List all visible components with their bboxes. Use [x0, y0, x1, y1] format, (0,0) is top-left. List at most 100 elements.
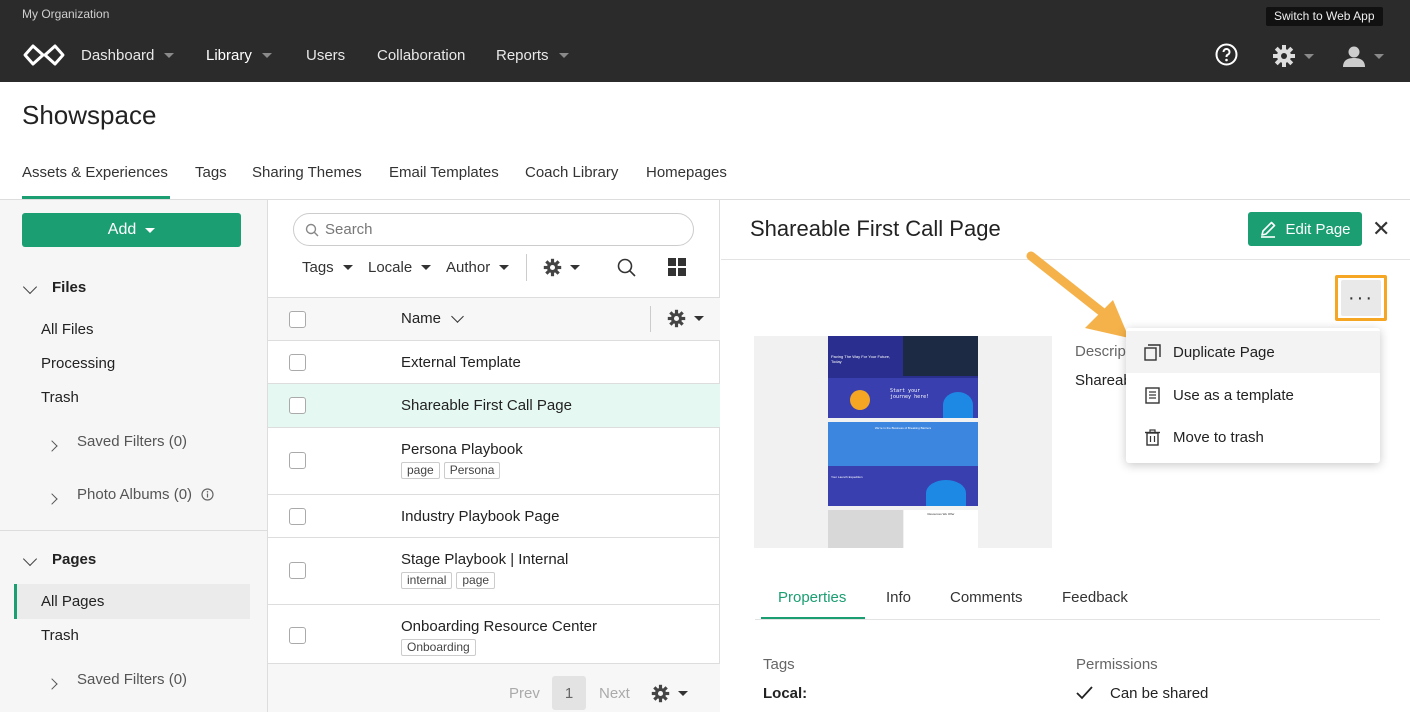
chevron-right-icon[interactable]	[46, 437, 58, 454]
row-tags: page Persona	[401, 461, 504, 479]
search-input[interactable]: Search	[293, 213, 694, 246]
tab-info[interactable]: Info	[886, 589, 911, 606]
column-settings-menu[interactable]	[667, 309, 704, 328]
divider	[650, 306, 651, 332]
sidebar-item-pages-trash[interactable]: Trash	[41, 627, 79, 644]
edit-page-label: Edit Page	[1285, 220, 1351, 238]
menu-item-move-to-trash[interactable]: Move to trash	[1126, 416, 1380, 458]
menu-item-label: Duplicate Page	[1173, 343, 1275, 361]
row-name[interactable]: Onboarding Resource Center	[401, 618, 597, 635]
tab-coach-library[interactable]: Coach Library	[525, 164, 618, 181]
chevron-right-icon[interactable]	[46, 675, 58, 692]
nav-users-label: Users	[306, 47, 346, 64]
sidebar-item-files-trash[interactable]: Trash	[41, 389, 79, 406]
chevron-down-icon	[22, 279, 38, 295]
photo-albums[interactable]: Photo Albums (0)	[77, 486, 192, 503]
search-icon[interactable]	[617, 258, 636, 281]
description-label: Descrip	[1075, 343, 1126, 360]
files-collapse-toggle[interactable]	[22, 279, 38, 296]
close-icon[interactable]: ✕	[1372, 218, 1390, 240]
preview-cta-section: Start your journey here!	[828, 378, 978, 418]
info-icon[interactable]	[201, 488, 214, 505]
sidebar-item-all-pages[interactable]: All Pages	[41, 593, 104, 610]
permissions-label: Permissions	[1076, 656, 1158, 673]
preview-section-2-title: We're in the Business of Breaking Barrie…	[874, 426, 932, 430]
row-checkbox[interactable]	[289, 627, 306, 644]
tab-comments[interactable]: Comments	[950, 589, 1023, 606]
sidebar-item-all-files[interactable]: All Files	[41, 321, 94, 338]
tab-sharing-themes[interactable]: Sharing Themes	[252, 164, 362, 181]
gear-icon	[667, 309, 686, 328]
chevron-down-icon	[164, 53, 175, 58]
page-preview-thumbnail[interactable]: Paving The Way For Your Future, Today St…	[754, 336, 1052, 548]
preview-shape	[943, 392, 973, 418]
more-options-button[interactable]: ···	[1341, 280, 1381, 316]
row-name[interactable]: Stage Playbook | Internal	[401, 551, 568, 568]
nav-users[interactable]: Users	[306, 47, 345, 64]
chevron-down-icon	[342, 265, 353, 270]
tab-homepages[interactable]: Homepages	[646, 164, 727, 181]
row-checkbox[interactable]	[289, 508, 306, 525]
edit-page-button[interactable]: Edit Page	[1248, 212, 1362, 246]
tab-assets-experiences[interactable]: Assets & Experiences	[22, 164, 168, 181]
nav-reports[interactable]: Reports	[496, 47, 569, 64]
table-header-row	[268, 297, 720, 341]
row-name[interactable]: Shareable First Call Page	[401, 397, 572, 414]
tag-badge[interactable]: page	[401, 462, 440, 479]
row-checkbox[interactable]	[289, 562, 306, 579]
tag-badge[interactable]: Onboarding	[401, 639, 476, 656]
tag-badge[interactable]: page	[456, 572, 496, 589]
divider	[0, 530, 267, 531]
grid-view-icon[interactable]	[668, 258, 686, 280]
filter-tags[interactable]: Tags	[302, 259, 353, 276]
nav-collaboration[interactable]: Collaboration	[377, 47, 465, 64]
chevron-down-icon	[558, 53, 569, 58]
next-page-button[interactable]: Next	[599, 685, 630, 702]
nav-library[interactable]: Library	[206, 47, 272, 64]
row-checkbox[interactable]	[289, 354, 306, 371]
filter-author[interactable]: Author	[446, 259, 510, 276]
tab-feedback[interactable]: Feedback	[1062, 589, 1128, 606]
row-checkbox[interactable]	[289, 452, 306, 469]
preview-headline: Paving The Way For Your Future, Today	[831, 354, 891, 364]
top-navigation-bar	[0, 0, 1410, 82]
pages-collapse-toggle[interactable]	[22, 551, 38, 568]
tab-properties[interactable]: Properties	[778, 589, 846, 606]
menu-item-use-as-template[interactable]: Use as a template	[1126, 374, 1380, 416]
row-tags: Onboarding	[401, 638, 480, 656]
menu-item-label: Move to trash	[1173, 428, 1264, 446]
files-saved-filters[interactable]: Saved Filters (0)	[77, 433, 187, 450]
tab-email-templates[interactable]: Email Templates	[389, 164, 499, 181]
filter-locale[interactable]: Locale	[368, 259, 432, 276]
nav-dashboard[interactable]: Dashboard	[81, 47, 175, 64]
nav-dashboard-label: Dashboard	[81, 47, 155, 64]
chevron-down-icon	[694, 316, 704, 321]
sidebar-item-processing[interactable]: Processing	[41, 355, 115, 372]
page-number-current[interactable]: 1	[552, 676, 586, 710]
app-logo[interactable]	[22, 43, 66, 71]
add-button[interactable]: Add	[22, 213, 241, 247]
gear-icon	[651, 684, 670, 703]
list-settings-menu[interactable]	[543, 258, 580, 277]
prev-page-button[interactable]: Prev	[509, 685, 540, 702]
settings-menu[interactable]	[1272, 44, 1314, 68]
pages-saved-filters[interactable]: Saved Filters (0)	[77, 671, 187, 688]
switch-to-web-app-button[interactable]: Switch to Web App	[1266, 7, 1383, 26]
row-name[interactable]: Persona Playbook	[401, 441, 523, 458]
chevron-right-icon[interactable]	[46, 490, 58, 507]
help-icon[interactable]	[1215, 43, 1238, 70]
active-tab-indicator	[761, 617, 865, 619]
user-avatar-icon	[1343, 46, 1365, 67]
row-name[interactable]: External Template	[401, 354, 521, 371]
row-checkbox[interactable]	[289, 397, 306, 414]
menu-item-duplicate-page[interactable]: Duplicate Page	[1126, 331, 1380, 373]
user-menu[interactable]	[1342, 44, 1384, 68]
sort-by-name[interactable]: Name	[401, 309, 464, 327]
tag-badge[interactable]: internal	[401, 572, 453, 589]
row-name[interactable]: Industry Playbook Page	[401, 508, 559, 525]
pagination-settings-menu[interactable]	[651, 684, 688, 703]
select-all-checkbox[interactable]	[289, 311, 306, 328]
tab-tags[interactable]: Tags	[195, 164, 227, 181]
template-icon	[1145, 386, 1160, 404]
tag-badge[interactable]: Persona	[443, 462, 501, 479]
